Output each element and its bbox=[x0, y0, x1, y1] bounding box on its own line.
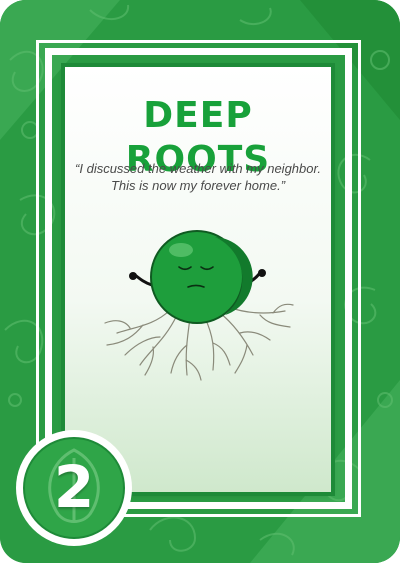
flavor-text: “I discussed the weather with my neighbo… bbox=[70, 160, 326, 194]
cost-value: 2 bbox=[53, 453, 95, 521]
game-card[interactable]: DEEP ROOTS “I discussed the weather with… bbox=[0, 0, 400, 563]
flavor-text-line-2: This is now my forever home.” bbox=[110, 178, 286, 193]
pea-with-roots-illustration bbox=[104, 230, 294, 381]
flavor-text-line-1: “I discussed the weather with my neighbo… bbox=[75, 161, 321, 176]
